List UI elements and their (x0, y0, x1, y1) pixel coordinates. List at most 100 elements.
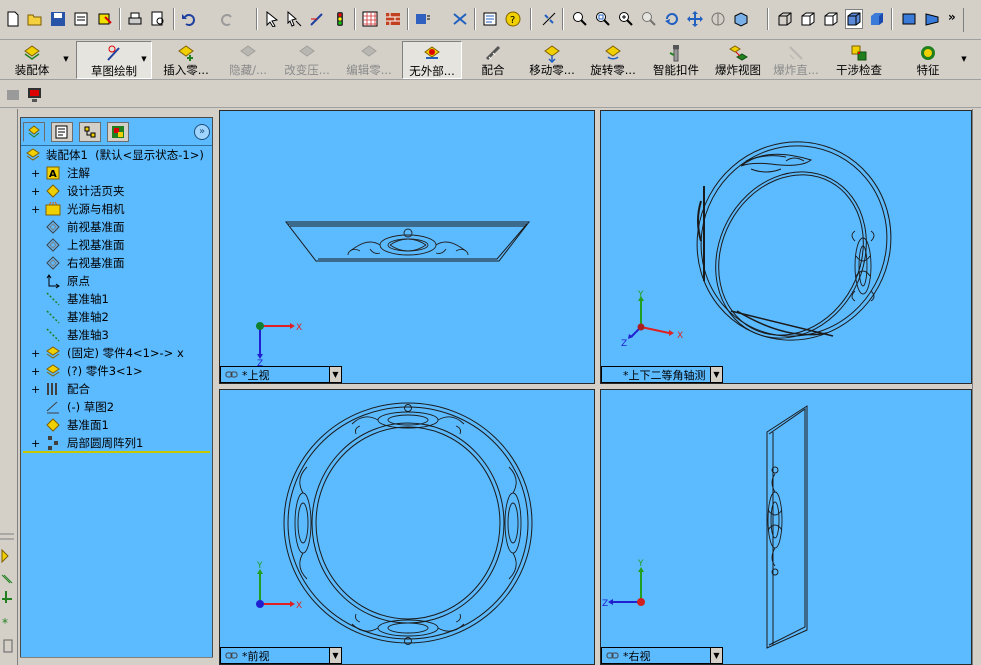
cmd-button-edit-part[interactable]: 编辑零... (340, 41, 398, 79)
tree-item[interactable]: + (固定) 零件4<1>-> x (21, 344, 212, 362)
tree-item[interactable]: 上视基准面 (21, 236, 212, 254)
tree-item[interactable]: + 设计活页夹 (21, 182, 212, 200)
print-preview-icon[interactable] (72, 9, 90, 29)
view-orient-icon[interactable] (732, 9, 750, 29)
toolbar-overflow[interactable]: » (948, 10, 956, 24)
tree-item[interactable]: 基准轴2 (21, 308, 212, 326)
expand-toggle[interactable]: + (31, 168, 40, 179)
rebuild-icon[interactable] (96, 9, 114, 29)
cmd-button-smart-fastener[interactable]: 智能扣件 (648, 41, 704, 79)
cmd-button-mate[interactable]: 配合 (476, 41, 510, 79)
tree-item[interactable]: + A 注解 (21, 164, 212, 182)
cmd-button-features[interactable]: 特征 (908, 41, 948, 79)
open-icon[interactable] (26, 9, 44, 29)
select-face-icon[interactable] (285, 9, 303, 29)
tree-item[interactable]: 基准轴1 (21, 290, 212, 308)
cmd-button-interference[interactable]: 干涉检查 (830, 41, 888, 79)
hlv-icon[interactable] (822, 9, 840, 29)
monitor-icon[interactable] (27, 87, 43, 103)
hlr-icon[interactable] (799, 9, 817, 29)
property-tab[interactable] (51, 122, 73, 142)
tree-item[interactable]: + 光源与相机 (21, 200, 212, 218)
tree-root-assembly[interactable]: 装配体1 (默认<显示状态-1>) (21, 146, 212, 164)
tree-item[interactable]: + 配合 (21, 380, 212, 398)
chevron-down-icon[interactable]: ▼ (140, 54, 148, 64)
display-tab[interactable] (107, 122, 129, 142)
tree-item[interactable]: (-) 草图2 (21, 398, 212, 416)
cmd-button-label: 改变压... (284, 63, 330, 77)
traffic-light-icon[interactable] (331, 9, 349, 29)
expand-toggle[interactable]: + (31, 438, 40, 449)
viewport-label-top[interactable]: *上视 ▼ (220, 366, 342, 383)
expand-toggle[interactable]: + (31, 366, 40, 377)
chevron-down-icon[interactable]: ▼ (710, 648, 722, 663)
tree-item[interactable]: 右视基准面 (21, 254, 212, 272)
configuration-tab[interactable] (79, 122, 101, 142)
pan-icon[interactable] (686, 9, 704, 29)
save-icon[interactable] (49, 9, 67, 29)
tree-item[interactable]: 基准轴3 (21, 326, 212, 344)
viewport-top[interactable]: X Z *上视 ▼ (219, 110, 595, 384)
horizontal-scrollbar[interactable] (20, 657, 213, 665)
expand-toggle[interactable]: + (31, 186, 40, 197)
help-icon[interactable]: ? (504, 9, 522, 29)
perspective-icon[interactable] (923, 9, 941, 29)
cmd-button-assembly[interactable]: 装配体 (4, 41, 60, 79)
layer-icon[interactable] (6, 87, 22, 103)
tree-item[interactable]: 前视基准面 (21, 218, 212, 236)
viewport-label-isometric[interactable]: *上下二等角轴测 ▼ (601, 366, 723, 383)
section-icon[interactable] (900, 9, 918, 29)
zoom-out-icon[interactable] (640, 9, 658, 29)
tools-icon[interactable] (451, 9, 469, 29)
cmd-button-explode-line[interactable]: 爆炸直... (768, 41, 824, 79)
expand-panel-button[interactable]: » (194, 124, 210, 140)
zoom-area-icon[interactable] (594, 9, 612, 29)
undo-icon[interactable] (180, 9, 198, 29)
print-icon[interactable] (126, 9, 144, 29)
shaded-icon[interactable] (868, 9, 886, 29)
roll-icon[interactable] (709, 9, 727, 29)
cmd-button-exploded-view[interactable]: 爆炸视图 (710, 41, 766, 79)
properties-icon[interactable] (481, 9, 499, 29)
chevron-down-icon[interactable]: ▼ (329, 367, 341, 382)
zoom-fit-icon[interactable] (571, 9, 589, 29)
sketch-icon[interactable] (308, 9, 326, 29)
viewport-right[interactable]: Y Z *右视 ▼ (600, 389, 972, 665)
smart-dim-icon[interactable] (540, 9, 558, 29)
cmd-button-insert-component[interactable]: 插入零... (155, 41, 217, 79)
cmd-button-rotate-component[interactable]: 旋转零... (585, 41, 641, 79)
tree-item[interactable]: + (?) 零件3<1> (21, 362, 212, 380)
grid-icon[interactable] (361, 9, 379, 29)
chevron-down-icon[interactable]: ▼ (960, 54, 968, 64)
cmd-button-no-external[interactable]: 无外部... (402, 41, 462, 79)
tree-item[interactable]: 原点 (21, 272, 212, 290)
cmd-button-change-suppress[interactable]: 改变压... (278, 41, 336, 79)
tree-item[interactable]: + 局部圆周阵列1 (21, 434, 212, 452)
rotate-icon[interactable] (663, 9, 681, 29)
viewport-isometric[interactable]: Y X Z *上下二等角轴测 ▼ (600, 110, 972, 384)
expand-toggle[interactable]: + (31, 204, 40, 215)
brick-icon[interactable] (384, 9, 402, 29)
tree-item[interactable]: 基准面1 (21, 416, 212, 434)
redo-icon[interactable] (218, 9, 236, 29)
cmd-button-hide[interactable]: 隐藏/... (220, 41, 276, 79)
chevron-down-icon[interactable]: ▼ (329, 648, 341, 663)
rollback-bar[interactable] (23, 451, 210, 453)
select-icon[interactable] (263, 9, 281, 29)
wireframe-icon[interactable] (776, 9, 794, 29)
viewport-front[interactable]: Y X *前视 ▼ (219, 389, 595, 665)
shaded-edges-icon[interactable] (845, 9, 863, 29)
zoom-in-icon[interactable] (617, 9, 635, 29)
filter-icon[interactable] (414, 9, 432, 29)
preview-icon[interactable] (149, 9, 167, 29)
expand-toggle[interactable]: + (31, 348, 40, 359)
cmd-button-move-component[interactable]: 移动零... (524, 41, 580, 79)
new-icon[interactable] (4, 9, 22, 29)
expand-toggle[interactable]: + (31, 384, 40, 395)
chevron-down-icon[interactable]: ▼ (62, 54, 70, 64)
chevron-down-icon[interactable]: ▼ (710, 367, 722, 382)
viewport-label-front[interactable]: *前视 ▼ (220, 647, 342, 664)
feature-tree-tab[interactable] (23, 122, 45, 142)
viewport-label-right[interactable]: *右视 ▼ (601, 647, 723, 664)
vertical-scrollbar[interactable] (972, 109, 981, 665)
